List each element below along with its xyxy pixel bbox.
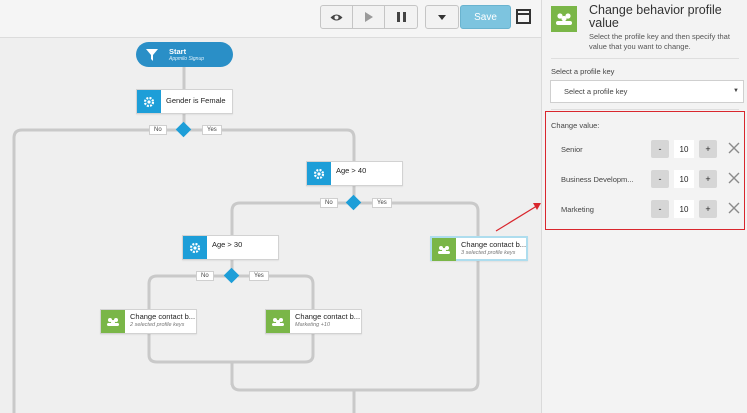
branch-no-label: No [149,125,167,135]
pause-icon[interactable] [385,6,417,28]
funnel-icon [141,48,163,61]
panel-description: Select the profile key and then specify … [589,32,730,51]
playback-controls [320,5,418,29]
people-icon [266,310,290,333]
panel-title: Change behavior profile value [589,3,722,30]
action-node-change-contact[interactable]: Change contact b... Marketing +10 [265,309,362,334]
node-label: Age > 40 [336,166,367,175]
panel-toggle-icon[interactable] [516,9,531,24]
gear-icon [137,90,161,113]
node-label: Change contact b... [130,312,196,321]
flow-connectors [12,67,541,413]
people-icon [101,310,125,333]
profile-key-select[interactable]: Select a profile key ▼ [550,80,744,103]
highlight-box [545,111,745,230]
condition-node-age-40[interactable]: Age > 40 [306,161,403,186]
node-label: Change contact b... [295,312,361,321]
start-node[interactable]: Start Appmilo Signup [136,42,233,67]
branch-yes-label: Yes [249,271,269,281]
branch-no-label: No [196,271,214,281]
node-label: Age > 30 [212,240,243,249]
condition-node-gender[interactable]: Gender is Female [136,89,233,114]
action-node-change-contact-selected[interactable]: Change contact b... 3 selected profile k… [430,236,528,261]
branch-no-label: No [320,198,338,208]
branch-yes-label: Yes [202,125,222,135]
people-icon [551,6,577,32]
caret-down-icon: ▼ [733,88,739,94]
save-button[interactable]: Save [460,5,511,29]
more-dropdown[interactable] [425,5,459,29]
condition-node-age-30[interactable]: Age > 30 [182,235,279,260]
divider [551,109,739,110]
gear-icon [183,236,207,259]
workflow-canvas[interactable]: Save Start Appmilo Signup Gender is Fema… [0,0,541,413]
select-value: Select a profile key [564,87,628,96]
node-sublabel: Marketing +10 [295,322,331,329]
node-sublabel: 2 selected profile keys [130,322,185,329]
start-subtitle: Appmilo Signup [169,56,205,62]
node-label: Change contact b... [461,240,526,249]
select-profile-key-label: Select a profile key [551,67,615,76]
toolbar: Save [0,0,541,38]
divider [551,58,739,59]
caret-down-icon[interactable] [426,6,458,28]
people-icon [432,238,456,261]
play-icon[interactable] [353,6,385,28]
node-sublabel: 3 selected profile keys [461,250,516,257]
gear-icon [307,162,331,185]
eye-icon[interactable] [321,6,353,28]
node-label: Gender is Female [166,96,226,106]
action-node-change-contact[interactable]: Change contact b... 2 selected profile k… [100,309,197,334]
start-title: Start [169,47,187,56]
branch-yes-label: Yes [372,198,392,208]
